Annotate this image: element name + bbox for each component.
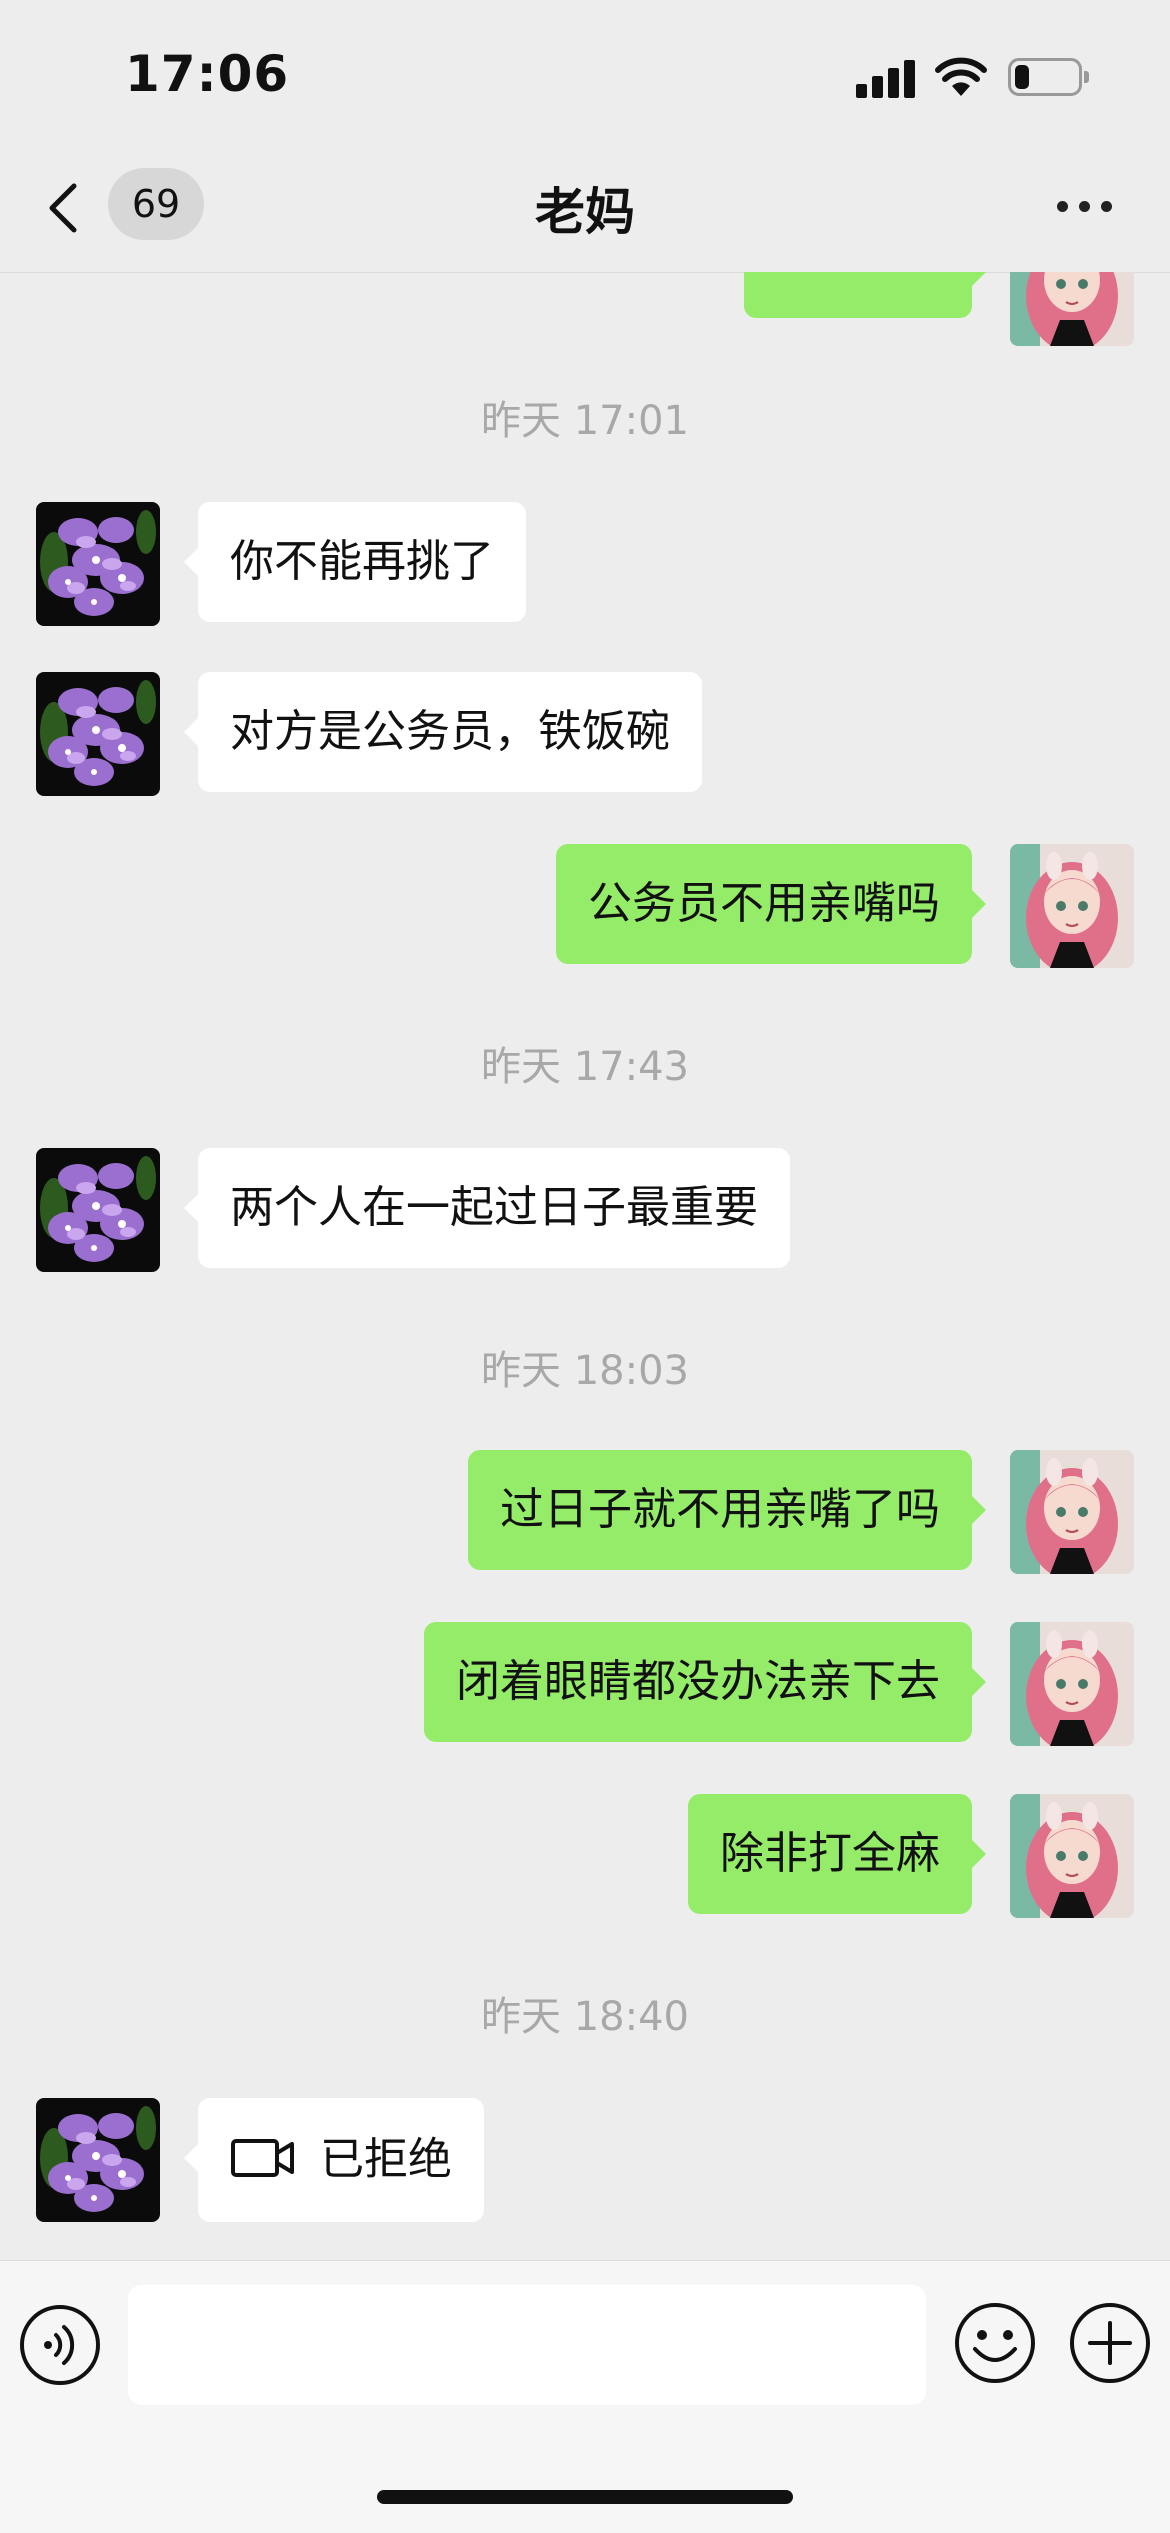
mom-avatar[interactable]: [36, 672, 160, 796]
video-call-icon: [231, 2139, 294, 2177]
message-bubble[interactable]: 对方是公务员，铁饭碗: [184, 672, 702, 792]
timestamp: 昨天 17:01: [481, 398, 689, 444]
home-indicator[interactable]: [377, 2490, 793, 2504]
mom-avatar[interactable]: [36, 502, 160, 626]
mom-avatar[interactable]: [36, 1148, 160, 1272]
message-bubble[interactable]: 两个人在一起过日子最重要: [184, 1148, 790, 1268]
timestamp: 昨天 18:03: [481, 1348, 689, 1394]
emoji-icon[interactable]: [953, 2301, 1037, 2385]
more-options-icon[interactable]: [1055, 192, 1115, 222]
chat-title: 老妈: [535, 183, 635, 241]
chat-message-list[interactable]: ● ● ● 昨天 17:01 你不能再挑了 对方是公务员，铁饭碗 公务员不用亲嘴…: [0, 272, 1170, 2260]
message-text: 你不能再挑了: [230, 536, 494, 587]
message-bubble[interactable]: 闭着眼睛都没办法亲下去: [424, 1622, 986, 1742]
battery-icon: [1008, 58, 1089, 96]
message-input[interactable]: [128, 2285, 926, 2405]
timestamp: 昨天 18:40: [481, 1994, 689, 2040]
message-text: 两个人在一起过日子最重要: [230, 1182, 758, 1233]
cellular-signal-icon: [856, 58, 916, 98]
message-text: 已拒绝: [320, 2134, 452, 2185]
my-avatar[interactable]: [1010, 272, 1134, 346]
plus-icon[interactable]: [1068, 2301, 1152, 2385]
my-avatar[interactable]: [1010, 844, 1134, 968]
message-bubble[interactable]: 除非打全麻: [688, 1794, 986, 1914]
message-bubble[interactable]: 你不能再挑了: [184, 502, 526, 622]
message-text: 过日子就不用亲嘴了吗: [500, 1484, 940, 1535]
message-text: 闭着眼睛都没办法亲下去: [456, 1656, 940, 1707]
my-avatar[interactable]: [1010, 1450, 1134, 1574]
my-avatar[interactable]: [1010, 1794, 1134, 1918]
message-text: 除非打全麻: [720, 1828, 940, 1879]
my-avatar[interactable]: [1010, 1622, 1134, 1746]
message-bubble[interactable]: 过日子就不用亲嘴了吗: [468, 1450, 986, 1570]
voice-input-icon[interactable]: [18, 2303, 102, 2387]
video-call-message-bubble[interactable]: 已拒绝: [184, 2098, 484, 2222]
timestamp: 昨天 17:43: [481, 1044, 689, 1090]
message-text: 对方是公务员，铁饭碗: [230, 706, 670, 757]
partial-message-bubble[interactable]: ● ● ●: [744, 272, 986, 318]
wifi-icon: [935, 57, 987, 96]
message-bubble[interactable]: 公务员不用亲嘴吗: [556, 844, 986, 964]
mom-avatar[interactable]: [36, 2098, 160, 2222]
status-bar: 17:06: [0, 0, 1170, 150]
status-time: 17:06: [125, 45, 290, 103]
message-text: 公务员不用亲嘴吗: [588, 878, 940, 929]
